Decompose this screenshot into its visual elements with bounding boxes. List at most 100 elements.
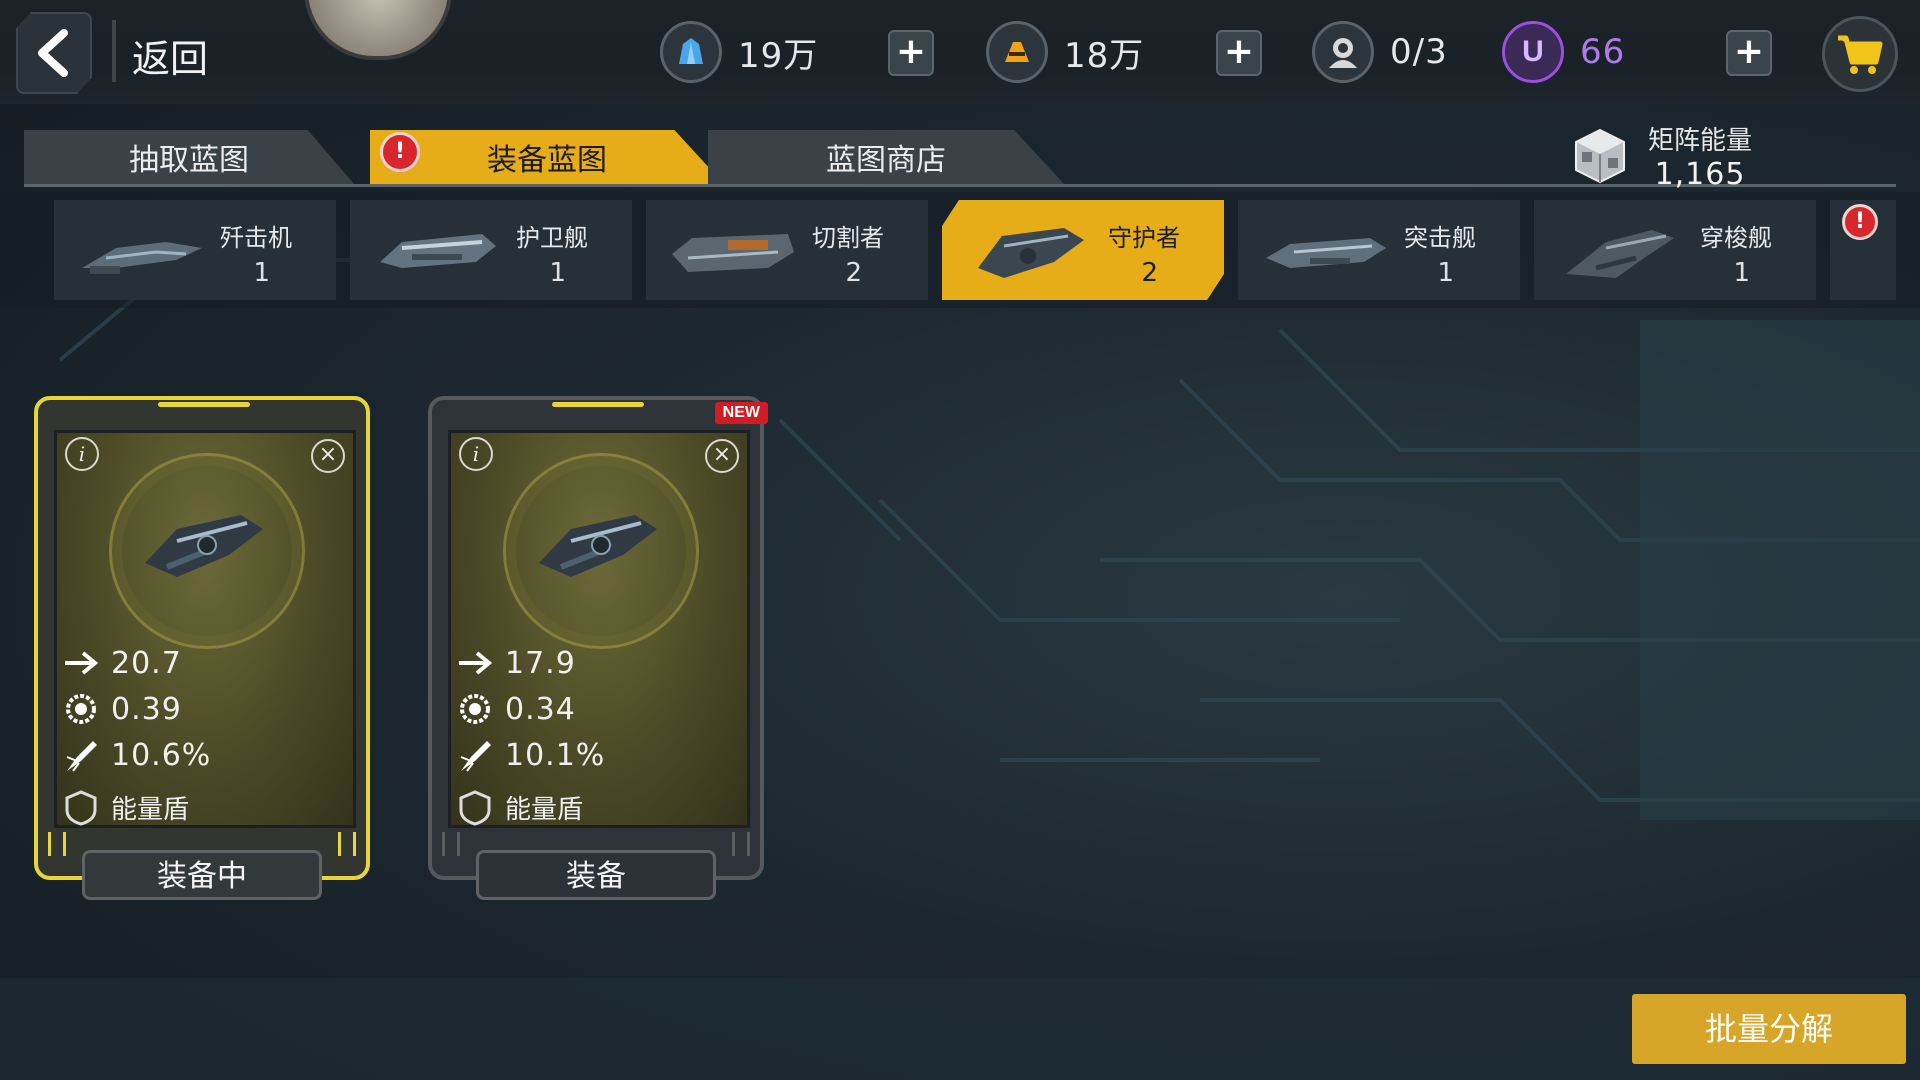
tab-label: 蓝图商店 bbox=[826, 143, 946, 178]
guardian-ship-icon bbox=[978, 228, 1084, 278]
shop-cart-button[interactable] bbox=[1822, 16, 1898, 92]
ship-count: 1 bbox=[549, 258, 566, 288]
pilot-icon bbox=[1312, 21, 1374, 83]
crit-value: 10.6% bbox=[111, 737, 212, 773]
rate-value: 0.34 bbox=[505, 691, 576, 727]
resource-pilot: 0/3 bbox=[1312, 21, 1448, 83]
ship-category-fighter[interactable]: 歼击机 1 bbox=[54, 200, 336, 300]
ship-count: 1 bbox=[253, 258, 270, 288]
equip-button[interactable]: 装备 bbox=[476, 850, 716, 900]
stat-attack: 17.9 bbox=[457, 645, 576, 681]
ship-label: 歼击机 bbox=[220, 224, 292, 252]
gold-value: 18万 bbox=[1064, 35, 1145, 76]
card-body: i × 20.7 0.39 10.6% 能量盾 bbox=[54, 430, 356, 828]
cutter-ship-icon bbox=[672, 234, 794, 272]
crystal-value: 19万 bbox=[738, 35, 819, 76]
batch-decompose-button[interactable]: 批量分解 bbox=[1632, 994, 1906, 1064]
guardian-ship-art bbox=[539, 515, 657, 577]
ship-label: 突击舰 bbox=[1404, 224, 1476, 252]
close-icon[interactable]: × bbox=[705, 439, 739, 473]
stat-rate: 0.39 bbox=[63, 691, 182, 727]
missile-icon bbox=[460, 741, 491, 772]
blueprint-card[interactable]: NEW i × 17.9 0.34 10.1% 能量盾 装备 bbox=[428, 396, 768, 900]
add-u-coin-button[interactable]: + bbox=[1726, 30, 1772, 76]
stat-attack: 20.7 bbox=[63, 645, 182, 681]
shield-icon bbox=[459, 789, 491, 826]
fighter-ship-icon bbox=[82, 242, 202, 274]
ship-category-cutter[interactable]: 切割者 2 bbox=[646, 200, 928, 300]
equipped-button[interactable]: 装备中 bbox=[82, 850, 322, 900]
card-side-mark bbox=[442, 832, 460, 856]
add-crystal-button[interactable]: + bbox=[888, 30, 934, 76]
attack-value: 20.7 bbox=[111, 645, 182, 681]
card-top-accent bbox=[158, 402, 250, 407]
ship-category-shuttle[interactable]: 穿梭舰 1 bbox=[1534, 200, 1816, 300]
ship-count: 1 bbox=[1437, 258, 1454, 288]
arrow-icon bbox=[459, 651, 493, 675]
card-side-mark bbox=[338, 832, 356, 856]
attack-value: 17.9 bbox=[505, 645, 576, 681]
back-arrow-icon bbox=[38, 29, 68, 77]
pilot-value: 0/3 bbox=[1390, 32, 1448, 72]
matrix-energy: 矩阵能量 1,165 bbox=[1570, 120, 1752, 192]
card-top-accent bbox=[552, 402, 644, 407]
shield-label: 能量盾 bbox=[111, 795, 190, 825]
ship-category-assault[interactable]: 突击舰 1 bbox=[1238, 200, 1520, 300]
divider bbox=[112, 20, 116, 82]
ship-count: 2 bbox=[845, 258, 862, 288]
stat-shield: 能量盾 bbox=[63, 789, 189, 826]
stat-crit: 10.1% bbox=[457, 737, 605, 773]
back-button[interactable] bbox=[16, 12, 92, 94]
u-coin-value: 66 bbox=[1580, 32, 1626, 72]
add-gold-button[interactable]: + bbox=[1216, 30, 1262, 76]
ship-count: 2 bbox=[1141, 258, 1158, 288]
assault-ship-icon bbox=[1266, 238, 1386, 268]
matrix-value: 1,165 bbox=[1654, 157, 1746, 192]
gear-icon bbox=[66, 694, 96, 724]
ship-label: 切割者 bbox=[812, 224, 884, 252]
cube-icon bbox=[1575, 128, 1625, 184]
crit-value: 10.1% bbox=[505, 737, 606, 773]
matrix-label: 矩阵能量 bbox=[1648, 126, 1753, 156]
card-body: i × 17.9 0.34 10.1% 能量盾 bbox=[448, 430, 750, 828]
alert-icon: ! bbox=[1842, 204, 1878, 240]
ship-category-escort[interactable]: 护卫舰 1 bbox=[350, 200, 632, 300]
guardian-ship-art bbox=[145, 515, 263, 577]
info-icon[interactable]: i bbox=[459, 437, 493, 471]
tab-label: 抽取蓝图 bbox=[129, 143, 249, 178]
tab-draw-blueprint[interactable]: 抽取蓝图 bbox=[24, 130, 354, 184]
card-side-mark bbox=[48, 832, 66, 856]
ship-category-guardian[interactable]: 守护者 2 bbox=[942, 200, 1224, 300]
ship-label: 穿梭舰 bbox=[1700, 224, 1772, 252]
missile-icon bbox=[66, 741, 97, 772]
resource-u-coin: U 66 bbox=[1502, 21, 1626, 83]
info-icon[interactable]: i bbox=[65, 437, 99, 471]
new-badge: NEW bbox=[714, 402, 768, 424]
tab-blueprint-shop[interactable]: 蓝图商店 bbox=[708, 130, 1064, 184]
stat-crit: 10.6% bbox=[63, 737, 211, 773]
shield-label: 能量盾 bbox=[505, 795, 584, 825]
back-label[interactable]: 返回 bbox=[132, 28, 208, 83]
crystal-icon bbox=[660, 21, 722, 83]
stat-shield: 能量盾 bbox=[457, 789, 583, 826]
gear-icon bbox=[460, 694, 490, 724]
tab-label: 装备蓝图 bbox=[487, 143, 607, 178]
arrow-icon bbox=[65, 651, 99, 675]
rate-value: 0.39 bbox=[111, 691, 182, 727]
blueprint-card-equipped[interactable]: i × 20.7 0.39 10.6% 能量盾 装备中 bbox=[34, 396, 370, 900]
close-icon[interactable]: × bbox=[311, 439, 345, 473]
u-coin-icon: U bbox=[1502, 21, 1564, 83]
ship-label: 护卫舰 bbox=[516, 224, 588, 252]
resource-crystal: 19万 bbox=[660, 21, 819, 83]
alert-icon: ! bbox=[380, 132, 420, 172]
ship-label: 守护者 bbox=[1108, 224, 1180, 252]
shield-icon bbox=[65, 789, 97, 826]
gold-icon bbox=[986, 21, 1048, 83]
stat-rate: 0.34 bbox=[457, 691, 576, 727]
shuttle-ship-icon bbox=[1566, 230, 1674, 278]
top-bar bbox=[0, 0, 1920, 104]
cart-icon bbox=[1838, 35, 1883, 74]
tab-equip-blueprint[interactable]: 装备蓝图 bbox=[370, 130, 724, 184]
resource-gold: 18万 bbox=[986, 21, 1145, 83]
escort-ship-icon bbox=[380, 234, 496, 268]
